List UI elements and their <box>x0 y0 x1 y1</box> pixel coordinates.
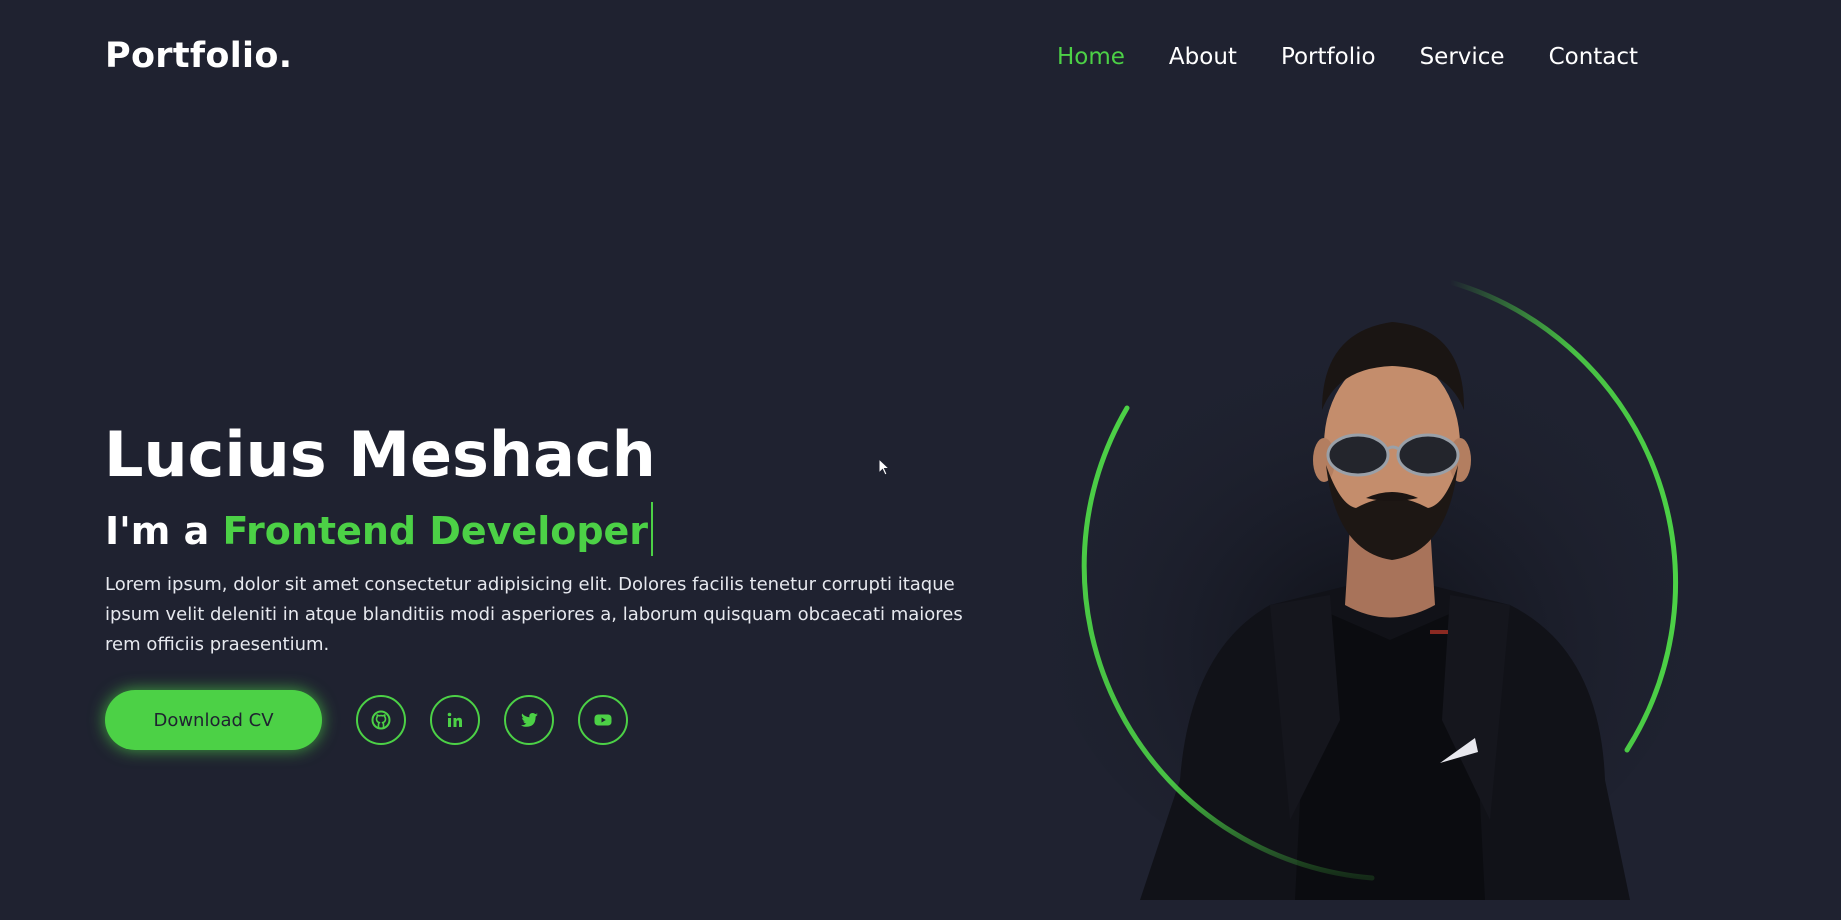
linkedin-icon <box>447 712 462 727</box>
github-icon <box>371 710 391 730</box>
main-nav: Home About Portfolio Service Contact <box>1057 44 1682 70</box>
hero-role: I'm a Frontend Developer <box>105 502 654 556</box>
linkedin-link[interactable] <box>430 695 480 745</box>
jacket-detail <box>1430 630 1448 634</box>
youtube-link[interactable] <box>578 695 628 745</box>
profile-illustration <box>1040 279 1700 900</box>
mouse-cursor-icon <box>878 458 891 476</box>
nav-service[interactable]: Service <box>1420 44 1505 70</box>
download-cv-button[interactable]: Download CV <box>105 690 322 750</box>
hero-name: Lucius Meshach <box>104 418 656 491</box>
github-link[interactable] <box>356 695 406 745</box>
hero-description: Lorem ipsum, dolor sit amet consectetur … <box>105 574 963 655</box>
hero-visual <box>1040 260 1740 900</box>
social-links <box>356 695 652 745</box>
role-highlight: Frontend Developer <box>222 509 649 553</box>
typing-caret <box>651 502 654 556</box>
sunglasses-right-lens <box>1396 433 1460 477</box>
youtube-icon <box>594 714 612 726</box>
nav-contact[interactable]: Contact <box>1549 44 1638 70</box>
role-prefix: I'm a <box>105 509 210 553</box>
twitter-icon <box>521 713 538 727</box>
site-logo[interactable]: Portfolio. <box>105 36 292 76</box>
nav-home[interactable]: Home <box>1057 44 1125 70</box>
nav-about[interactable]: About <box>1169 44 1237 70</box>
nav-portfolio[interactable]: Portfolio <box>1281 44 1376 70</box>
twitter-link[interactable] <box>504 695 554 745</box>
sunglasses-left-lens <box>1326 433 1390 477</box>
